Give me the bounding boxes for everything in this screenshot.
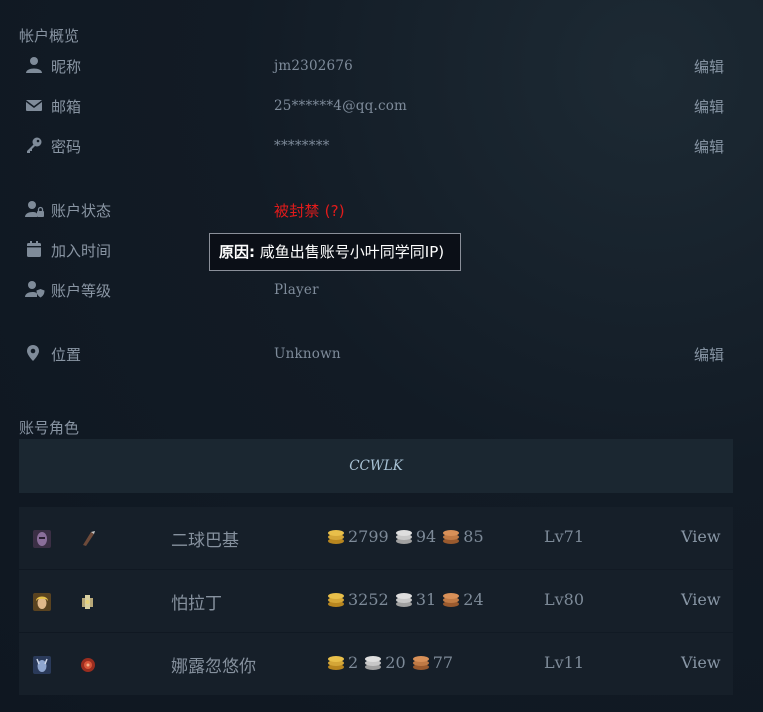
edit-email-button[interactable]: 编辑 bbox=[694, 96, 724, 117]
silver-coin-icon bbox=[363, 653, 383, 671]
account-level-label: 账户等级 bbox=[51, 282, 112, 300]
edit-nickname-button[interactable]: 编辑 bbox=[694, 56, 724, 77]
copper-amount: 77 bbox=[432, 653, 454, 672]
gold-coin-icon bbox=[326, 527, 346, 545]
character-name: 娜露忽悠你 bbox=[171, 657, 256, 677]
location-label: 位置 bbox=[51, 346, 82, 364]
copper-amount: 85 bbox=[463, 527, 484, 546]
edit-password-button[interactable]: 编辑 bbox=[694, 136, 724, 157]
character-name: 二球巴基 bbox=[171, 531, 239, 551]
row-account-status: 账户状态 被封禁 (?) bbox=[0, 190, 763, 230]
gold-amount: 3252 bbox=[348, 590, 389, 609]
character-name: 怕拉丁 bbox=[171, 594, 222, 614]
password-value: ******** bbox=[274, 138, 330, 154]
calendar-icon bbox=[25, 240, 45, 260]
row-location: 位置 Unknown 编辑 bbox=[0, 334, 763, 374]
character-row: 怕拉丁 3252 31 24 Lv80 View bbox=[19, 570, 733, 632]
tooltip-prefix: 原因: bbox=[219, 243, 255, 261]
email-label: 邮箱 bbox=[51, 98, 82, 116]
nickname-value: jm2302676 bbox=[274, 58, 353, 74]
edit-location-button[interactable]: 编辑 bbox=[694, 344, 724, 365]
view-character-button[interactable]: View bbox=[681, 527, 721, 546]
map-marker-icon bbox=[25, 344, 45, 364]
user-icon bbox=[25, 56, 45, 76]
shaman-class-icon bbox=[79, 656, 97, 674]
gold-coin-icon bbox=[326, 653, 346, 671]
character-row: 二球巴基 2799 94 85 Lv71 View bbox=[19, 507, 733, 569]
view-character-button[interactable]: View bbox=[681, 590, 721, 609]
gold-coin-icon bbox=[326, 590, 346, 608]
silver-coin-icon bbox=[394, 590, 414, 608]
password-label: 密码 bbox=[51, 138, 82, 156]
nickname-label: 昵称 bbox=[51, 58, 82, 76]
silver-amount: 94 bbox=[415, 527, 437, 546]
account-page: 帐户概览 昵称 jm2302676 编辑 邮箱 25******4@qq.com… bbox=[0, 0, 763, 712]
character-row: 娜露忽悠你 2 20 77 Lv11 View bbox=[19, 633, 733, 695]
location-value: Unknown bbox=[274, 346, 341, 362]
tooltip-text: 咸鱼出售账号小叶同学同IP) bbox=[259, 243, 445, 261]
envelope-icon bbox=[25, 96, 45, 116]
copper-amount: 24 bbox=[463, 590, 484, 609]
user-shield-icon bbox=[25, 280, 45, 300]
characters-title: 账号角色 bbox=[19, 419, 80, 437]
warlock-class-icon bbox=[79, 530, 97, 548]
character-money: 2799 94 85 bbox=[326, 527, 484, 549]
account-status-label: 账户状态 bbox=[51, 202, 112, 220]
gold-amount: 2 bbox=[348, 653, 359, 672]
account-overview-title: 帐户概览 bbox=[19, 27, 80, 45]
view-character-button[interactable]: View bbox=[681, 653, 721, 672]
copper-coin-icon bbox=[411, 653, 431, 671]
row-nickname: 昵称 jm2302676 编辑 bbox=[0, 46, 763, 86]
character-level: Lv80 bbox=[544, 590, 585, 609]
silver-coin-icon bbox=[394, 527, 414, 545]
silver-amount: 20 bbox=[385, 653, 406, 672]
row-email: 邮箱 25******4@qq.com 编辑 bbox=[0, 86, 763, 126]
user-lock-icon bbox=[25, 200, 45, 220]
character-level: Lv71 bbox=[544, 527, 585, 546]
realm-name: CCWLK bbox=[19, 439, 733, 493]
undead-female-portrait-icon bbox=[33, 530, 51, 548]
character-level: Lv11 bbox=[544, 653, 585, 672]
human-female-portrait-icon bbox=[33, 593, 51, 611]
row-password: 密码 ******** 编辑 bbox=[0, 126, 763, 166]
silver-amount: 31 bbox=[415, 590, 437, 609]
copper-coin-icon bbox=[441, 527, 461, 545]
gold-amount: 2799 bbox=[348, 527, 389, 546]
draenei-portrait-icon bbox=[33, 656, 51, 674]
row-account-level: 账户等级 Player bbox=[0, 270, 763, 310]
ban-reason-tooltip: 原因: 咸鱼出售账号小叶同学同IP) bbox=[209, 233, 461, 271]
join-date-label: 加入时间 bbox=[51, 242, 112, 260]
paladin-class-icon bbox=[79, 593, 97, 611]
key-icon bbox=[25, 136, 45, 156]
character-money: 2 20 77 bbox=[326, 653, 453, 675]
email-value: 25******4@qq.com bbox=[274, 98, 408, 114]
copper-coin-icon bbox=[441, 590, 461, 608]
character-money: 3252 31 24 bbox=[326, 590, 484, 612]
account-status-value[interactable]: 被封禁 (?) bbox=[274, 200, 345, 221]
account-level-value: Player bbox=[274, 282, 319, 298]
